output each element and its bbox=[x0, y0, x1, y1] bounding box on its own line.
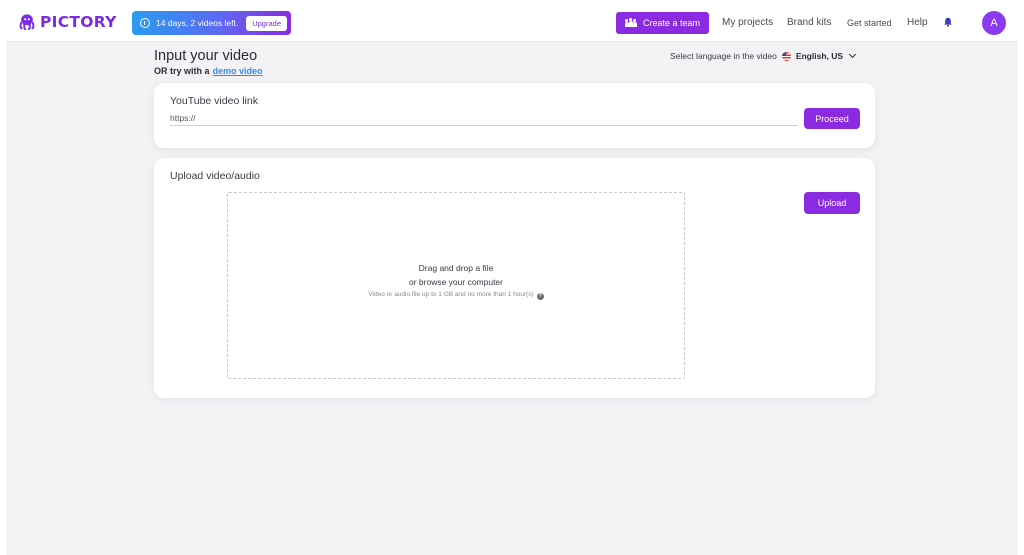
trial-status-text: 14 days, 2 videos left. bbox=[156, 18, 239, 28]
demo-prefix-text: OR try with a bbox=[154, 66, 210, 76]
user-avatar[interactable]: A bbox=[982, 11, 1006, 35]
file-limit-hint: Video or audio file up to 1 GB and no mo… bbox=[228, 291, 684, 300]
file-limit-text: Video or audio file up to 1 GB and no mo… bbox=[368, 291, 534, 298]
page-title: Input your video bbox=[154, 48, 258, 64]
upload-button[interactable]: Upload bbox=[804, 192, 860, 214]
team-icon bbox=[624, 17, 637, 27]
browse-computer-link[interactable]: or browse your computer bbox=[228, 277, 684, 287]
language-selector[interactable]: Select language in the video English, US bbox=[670, 50, 857, 61]
nav-brand-kits[interactable]: Brand kits bbox=[787, 17, 831, 28]
app-window: PICTORY 14 days, 2 videos left. Upgrade … bbox=[6, 0, 1018, 555]
brand-name: PICTORY bbox=[40, 13, 117, 31]
drop-instruction: Drag and drop a file bbox=[418, 263, 494, 273]
create-team-button[interactable]: Create a team bbox=[616, 12, 709, 34]
us-flag-icon bbox=[781, 51, 791, 61]
nav-my-projects[interactable]: My projects bbox=[722, 17, 773, 28]
language-label: Select language in the video bbox=[670, 51, 777, 61]
trial-banner: 14 days, 2 videos left. Upgrade bbox=[132, 11, 291, 35]
youtube-card-title: YouTube video link bbox=[170, 95, 258, 107]
proceed-button[interactable]: Proceed bbox=[804, 108, 860, 129]
chevron-down-icon bbox=[849, 50, 857, 59]
upgrade-button[interactable]: Upgrade bbox=[246, 15, 287, 31]
create-team-label: Create a team bbox=[642, 18, 701, 28]
demo-prompt: OR try with a demo video bbox=[154, 66, 263, 76]
info-icon bbox=[140, 18, 150, 28]
octopus-logo-icon bbox=[19, 14, 35, 31]
pictory-logo[interactable]: PICTORY bbox=[18, 12, 117, 32]
demo-video-link[interactable]: demo video bbox=[213, 66, 263, 76]
nav-help[interactable]: Help bbox=[907, 17, 928, 28]
help-icon[interactable]: ? bbox=[536, 293, 544, 300]
notification-bell-icon[interactable] bbox=[943, 17, 953, 27]
language-value: English, US bbox=[795, 51, 844, 61]
upload-card-title: Upload video/audio bbox=[170, 170, 260, 182]
youtube-link-card: YouTube video link Proceed bbox=[154, 83, 875, 148]
nav-get-started[interactable]: Get started bbox=[847, 18, 892, 28]
file-dropzone[interactable]: Drag and drop a file or browse your comp… bbox=[227, 192, 685, 379]
upload-card: Upload video/audio Drag and drop a file … bbox=[154, 158, 875, 398]
youtube-url-input[interactable] bbox=[170, 112, 798, 126]
top-navigation-bar: PICTORY 14 days, 2 videos left. Upgrade … bbox=[6, 0, 1018, 42]
